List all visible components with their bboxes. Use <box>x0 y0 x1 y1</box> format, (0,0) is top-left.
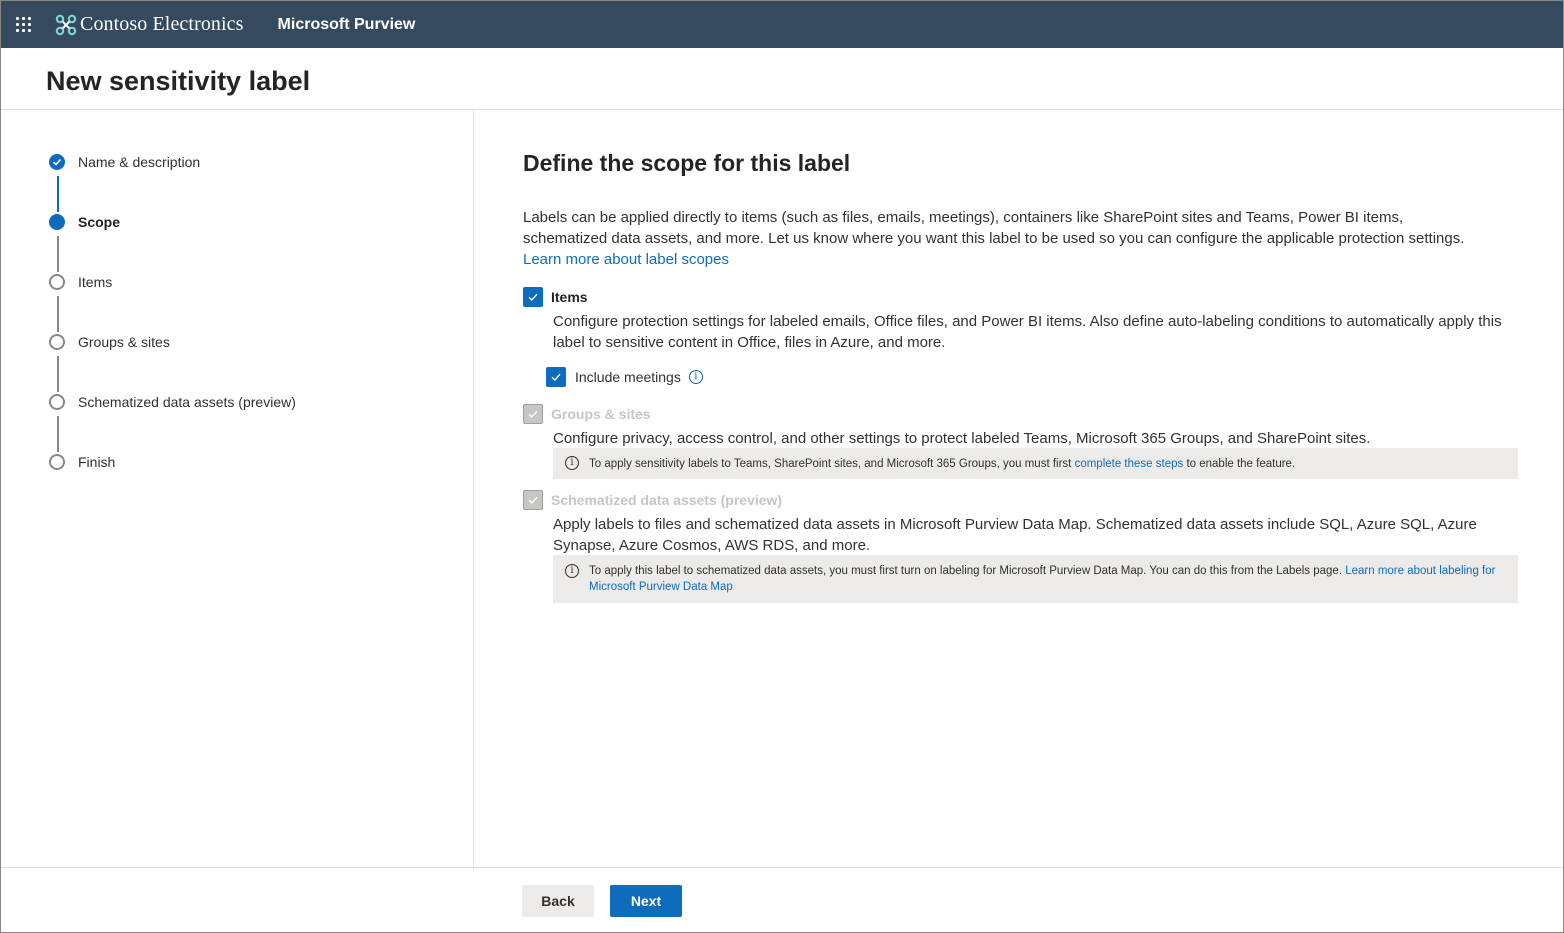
include-meetings-checkbox[interactable] <box>546 367 566 387</box>
pending-step-icon <box>49 334 65 350</box>
page-header: New sensitivity label <box>1 48 1563 110</box>
contoso-logo-icon <box>55 14 77 35</box>
page-title: New sensitivity label <box>46 66 311 96</box>
next-button[interactable]: Next <box>610 885 682 917</box>
checkmark-icon <box>551 373 561 382</box>
schematized-option: Schematized data assets (preview) <box>523 490 782 510</box>
step-label: Name & description <box>78 154 201 170</box>
groups-sites-notice: i To apply sensitivity labels to Teams, … <box>553 448 1518 479</box>
step-finish[interactable]: Finish <box>49 454 115 470</box>
notice-text-suffix: to enable the feature. <box>1186 458 1296 470</box>
step-scope[interactable]: Scope <box>49 214 120 230</box>
step-connector <box>57 236 59 272</box>
include-meetings-label: Include meetings <box>575 369 681 385</box>
intro-text: Labels can be applied directly to items … <box>523 207 1483 270</box>
groups-sites-label: Groups & sites <box>551 406 651 422</box>
info-icon: i <box>565 456 579 470</box>
info-icon: i <box>565 564 579 578</box>
schematized-description: Apply labels to files and schematized da… <box>553 516 1477 554</box>
info-icon[interactable]: i <box>688 370 703 384</box>
groups-sites-checkbox <box>523 404 543 424</box>
groups-sites-option: Groups & sites <box>523 404 651 424</box>
schematized-label: Schematized data assets (preview) <box>551 492 783 508</box>
brand[interactable]: Contoso Electronics <box>55 13 244 36</box>
items-option[interactable]: Items <box>523 287 588 307</box>
step-connector <box>57 176 59 212</box>
brand-name: Contoso Electronics <box>80 13 244 35</box>
app-launcher-button[interactable] <box>1 1 47 48</box>
items-description: Configure protection settings for labele… <box>553 313 1502 351</box>
checkmark-icon <box>49 154 65 170</box>
items-checkbox[interactable] <box>523 287 543 307</box>
learn-more-scopes-link[interactable]: Learn more about label scopes <box>523 251 729 268</box>
step-schematized-data-assets[interactable]: Schematized data assets (preview) <box>49 394 296 410</box>
step-connector <box>57 356 59 392</box>
step-label: Scope <box>78 214 121 230</box>
step-groups-sites[interactable]: Groups & sites <box>49 334 170 350</box>
pending-step-icon <box>49 454 65 470</box>
step-label: Finish <box>78 454 116 470</box>
notice-text: To apply this label to schematized data … <box>589 565 1343 577</box>
checkmark-icon <box>528 496 538 505</box>
include-meetings-option[interactable]: Include meetings i <box>546 367 703 387</box>
step-label: Schematized data assets (preview) <box>78 394 296 410</box>
notice-text: To apply sensitivity labels to Teams, Sh… <box>589 458 1072 470</box>
top-bar: Contoso Electronics Microsoft Purview <box>1 1 1563 48</box>
app-name[interactable]: Microsoft Purview <box>278 16 416 34</box>
step-name-description[interactable]: Name & description <box>49 154 200 170</box>
wizard-stepper: Name & description Scope Items Groups & … <box>1 110 474 867</box>
section-title: Define the scope for this label <box>523 150 851 176</box>
items-label: Items <box>551 289 588 305</box>
step-label: Groups & sites <box>78 334 170 350</box>
schematized-checkbox <box>523 490 543 510</box>
back-button[interactable]: Back <box>522 885 594 917</box>
schematized-notice: i To apply this label to schematized dat… <box>553 555 1518 603</box>
pending-step-icon <box>49 274 65 290</box>
footer: Back Next <box>1 867 1563 932</box>
intro-body: Labels can be applied directly to items … <box>523 209 1465 247</box>
main-content: Define the scope for this label Labels c… <box>475 110 1563 867</box>
step-connector <box>57 296 59 332</box>
step-items[interactable]: Items <box>49 274 112 290</box>
step-connector <box>57 416 59 452</box>
complete-these-steps-link[interactable]: complete these steps <box>1075 458 1184 470</box>
groups-sites-description: Configure privacy, access control, and o… <box>553 430 1371 447</box>
current-step-icon <box>49 214 65 230</box>
step-label: Items <box>78 274 113 290</box>
waffle-icon <box>16 16 32 33</box>
pending-step-icon <box>49 394 65 410</box>
checkmark-icon <box>528 410 538 419</box>
checkmark-icon <box>528 293 538 302</box>
